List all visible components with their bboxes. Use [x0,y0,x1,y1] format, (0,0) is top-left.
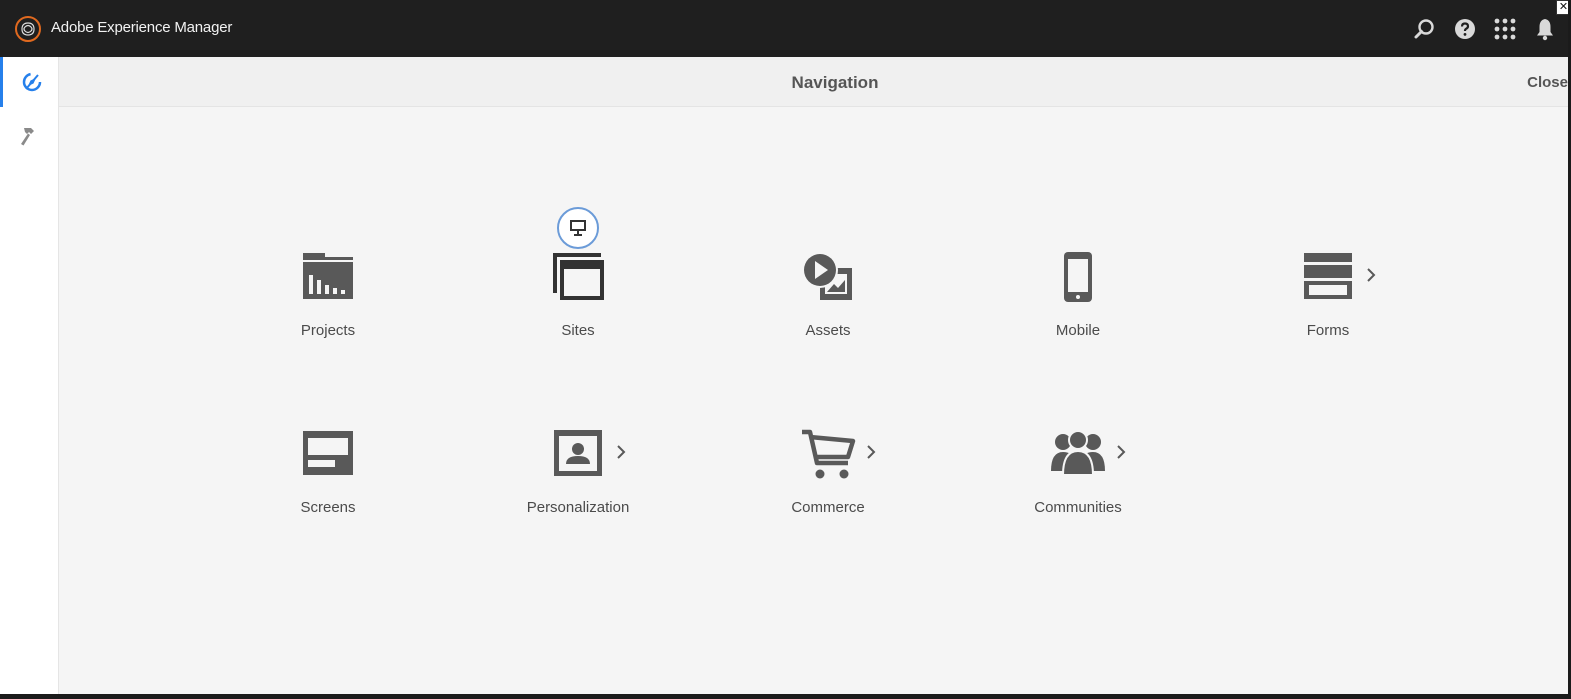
chevron-right-icon [617,445,626,459]
nav-tile-commerce[interactable]: Commerce [748,427,908,537]
nav-tile-label: Communities [1034,499,1122,516]
forms-icon [1304,253,1352,299]
nav-tile-personalization[interactable]: Personalization [498,427,658,537]
nav-tile-label: Projects [300,322,356,339]
commerce-cart-icon [802,429,856,479]
nav-tile-label: Forms [1306,322,1350,339]
projects-icon [303,253,353,299]
nav-tile-communities[interactable]: Communities [998,427,1158,537]
nav-tile-sites[interactable]: Sites [498,250,658,360]
nav-tile-label: Mobile [1055,322,1101,339]
mobile-icon [1064,252,1092,302]
navigation-header: Navigation Close [59,57,1568,107]
top-bar: Adobe Experience Manager [0,0,1568,57]
assets-icon [802,252,852,300]
nav-tile-label: Commerce [791,499,865,516]
nav-tile-label: Screens [300,499,356,516]
page-title: Navigation [791,73,879,92]
screens-icon [303,431,353,475]
notifications-bell-icon[interactable] [1533,17,1557,41]
rail-item-navigation[interactable] [0,57,58,107]
nav-tile-screens[interactable]: Screens [248,427,408,537]
close-button[interactable]: Close [1527,74,1568,91]
window-bottom-border [0,694,1571,699]
chevron-right-icon [867,445,876,459]
nav-tile-label: Sites [561,322,595,339]
desktop-view-badge-icon[interactable] [557,207,599,249]
nav-tile-forms[interactable]: Forms [1248,250,1408,360]
rail-item-tools[interactable] [0,111,58,161]
solutions-grid-icon[interactable] [1493,17,1517,41]
help-icon[interactable] [1453,17,1477,41]
navigation-compass-icon [22,72,42,92]
left-rail [0,57,59,694]
window-close-icon[interactable]: ✕ [1556,0,1568,15]
nav-tile-projects[interactable]: Projects [248,250,408,360]
search-icon[interactable] [1413,17,1437,41]
nav-tile-label: Assets [805,322,851,339]
communities-icon [1051,430,1105,476]
nav-tile-assets[interactable]: Assets [748,250,908,360]
aem-logo-icon[interactable] [15,16,41,42]
chevron-right-icon [1117,445,1126,459]
app-title[interactable]: Adobe Experience Manager [51,19,232,36]
sites-icon [553,253,604,300]
nav-tile-mobile[interactable]: Mobile [998,250,1158,360]
personalization-icon [554,430,602,476]
aem-window: Adobe Experience Manager Navigation Clos… [0,0,1568,694]
nav-tile-label: Personalization [526,499,630,516]
chevron-right-icon [1367,268,1376,282]
tools-hammer-icon [21,128,34,146]
